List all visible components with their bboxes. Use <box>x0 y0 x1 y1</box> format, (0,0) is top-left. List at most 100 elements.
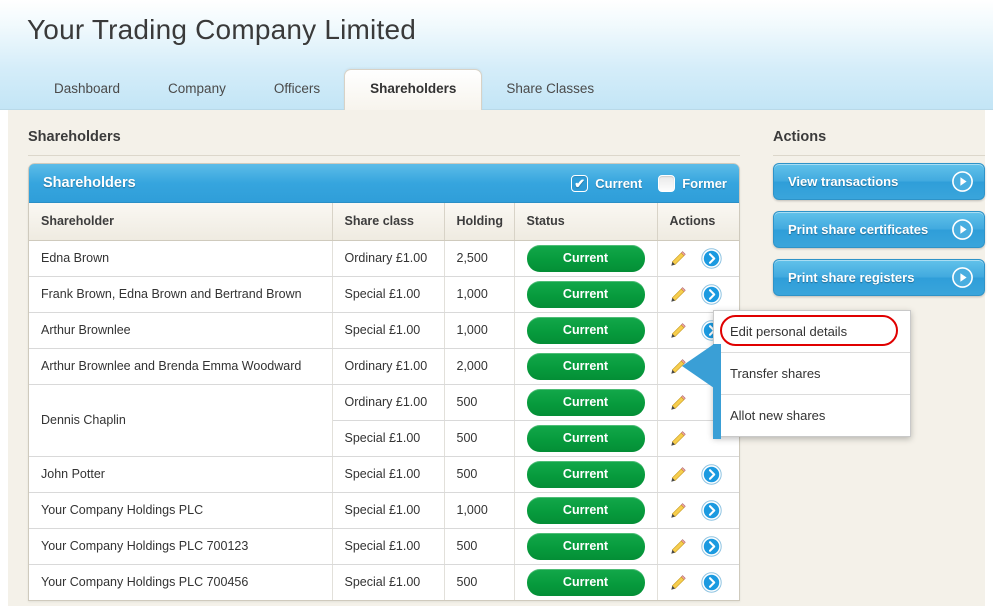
cell-holding: 500 <box>444 420 514 456</box>
status-badge: Current <box>527 461 645 488</box>
cell-actions <box>657 528 739 564</box>
cell-share-class: Special £1.00 <box>332 528 444 564</box>
cell-shareholder-name: Arthur Brownlee and Brenda Emma Woodward <box>29 348 332 384</box>
cell-status: Current <box>514 348 657 384</box>
edit-row-button[interactable] <box>670 322 687 339</box>
cell-actions <box>657 492 739 528</box>
expand-row-button[interactable] <box>701 572 722 593</box>
action-button-view-transactions[interactable]: View transactions <box>773 163 985 200</box>
edit-row-button[interactable] <box>670 430 687 447</box>
pencil-icon-svg <box>670 286 687 303</box>
cell-share-class: Special £1.00 <box>332 312 444 348</box>
cell-shareholder-name: Frank Brown, Edna Brown and Bertrand Bro… <box>29 276 332 312</box>
action-button-label: View transactions <box>788 174 952 189</box>
status-badge: Current <box>527 533 645 560</box>
status-filter-group: ✔ Current Former <box>555 175 727 192</box>
play-circle-icon <box>952 219 973 240</box>
expand-row-button[interactable] <box>701 284 722 305</box>
filter-current[interactable]: ✔ Current <box>571 175 642 192</box>
cell-actions <box>657 564 739 600</box>
shareholders-section-divider <box>28 155 740 156</box>
chevron-right-circle-icon-svg <box>701 536 722 557</box>
column-header-status: Status <box>514 203 657 240</box>
pencil-icon-svg <box>670 574 687 591</box>
table-header-row: ShareholderShare classHoldingStatusActio… <box>29 203 739 240</box>
play-circle-icon <box>952 171 973 192</box>
table-row[interactable]: John PotterSpecial £1.00500Current <box>29 456 739 492</box>
table-body: Edna BrownOrdinary £1.002,500 Current Fran… <box>29 240 739 600</box>
table-row[interactable]: Edna BrownOrdinary £1.002,500 Current <box>29 240 739 276</box>
cell-status: Current <box>514 420 657 456</box>
status-badge: Current <box>527 245 645 272</box>
row-actions <box>670 500 728 521</box>
table-row[interactable]: Dennis ChaplinOrdinary £1.00500Current <box>29 384 739 420</box>
cell-holding: 1,000 <box>444 276 514 312</box>
cell-holding: 2,500 <box>444 240 514 276</box>
cell-actions <box>657 276 739 312</box>
context-menu-item-allot-new-shares[interactable]: Allot new shares <box>714 395 910 436</box>
checkbox-unchecked-icon[interactable] <box>658 175 675 192</box>
table-row[interactable]: Your Company Holdings PLC 700123Special … <box>29 528 739 564</box>
actions-section-divider <box>773 155 985 156</box>
table-row[interactable]: Your Company Holdings PLCSpecial £1.001,… <box>29 492 739 528</box>
cell-shareholder-name: Your Company Holdings PLC 700123 <box>29 528 332 564</box>
tab-shareholders[interactable]: Shareholders <box>344 69 482 110</box>
expand-row-button[interactable] <box>701 248 722 269</box>
cell-share-class: Special £1.00 <box>332 456 444 492</box>
status-badge: Current <box>527 389 645 416</box>
filter-label: Current <box>595 176 642 191</box>
cell-status: Current <box>514 384 657 420</box>
page-header: Your Trading Company Limited DashboardCo… <box>0 0 993 110</box>
chevron-right-circle-icon-svg <box>701 284 722 305</box>
table-row[interactable]: Arthur BrownleeSpecial £1.001,000Current <box>29 312 739 348</box>
cell-holding: 500 <box>444 384 514 420</box>
edit-row-button[interactable] <box>670 286 687 303</box>
tab-share-classes[interactable]: Share Classes <box>482 69 618 109</box>
tab-dashboard[interactable]: Dashboard <box>30 69 144 109</box>
cell-shareholder-name: Edna Brown <box>29 240 332 276</box>
status-badge: Current <box>527 425 645 452</box>
checkbox-checked-icon[interactable]: ✔ <box>571 175 588 192</box>
cell-shareholder-name: Your Company Holdings PLC <box>29 492 332 528</box>
cell-share-class: Ordinary £1.00 <box>332 240 444 276</box>
edit-row-button[interactable] <box>670 466 687 483</box>
table-row[interactable]: Your Company Holdings PLC 700456Special … <box>29 564 739 600</box>
cell-status: Current <box>514 240 657 276</box>
filter-label: Former <box>682 176 727 191</box>
status-badge: Current <box>527 353 645 380</box>
pencil-icon-svg <box>670 502 687 519</box>
column-header-holding: Holding <box>444 203 514 240</box>
context-menu-item-transfer-shares[interactable]: Transfer shares <box>714 353 910 395</box>
cell-shareholder-name: Dennis Chaplin <box>29 384 332 456</box>
table-row[interactable]: Arthur Brownlee and Brenda Emma Woodward… <box>29 348 739 384</box>
edit-row-button[interactable] <box>670 250 687 267</box>
edit-row-button[interactable] <box>670 574 687 591</box>
chevron-right-circle-icon-svg <box>701 500 722 521</box>
tab-officers[interactable]: Officers <box>250 69 344 109</box>
edit-row-button[interactable] <box>670 538 687 555</box>
table-head: ShareholderShare classHoldingStatusActio… <box>29 203 739 240</box>
cell-holding: 1,000 <box>444 312 514 348</box>
pencil-icon-svg <box>670 250 687 267</box>
cell-share-class: Special £1.00 <box>332 564 444 600</box>
shareholders-panel: Shareholders ✔CurrentFormer ShareholderS… <box>28 163 740 601</box>
edit-row-button[interactable] <box>670 502 687 519</box>
status-badge: Current <box>527 497 645 524</box>
filter-former[interactable]: Former <box>658 175 727 192</box>
cell-share-class: Special £1.00 <box>332 276 444 312</box>
cell-holding: 1,000 <box>444 492 514 528</box>
expand-row-button[interactable] <box>701 536 722 557</box>
edit-row-button[interactable] <box>670 394 687 411</box>
tab-company[interactable]: Company <box>144 69 250 109</box>
column-header-actions: Actions <box>657 203 739 240</box>
page-root: Your Trading Company Limited DashboardCo… <box>0 0 993 614</box>
table-row[interactable]: Frank Brown, Edna Brown and Bertrand Bro… <box>29 276 739 312</box>
expand-row-button[interactable] <box>701 500 722 521</box>
context-menu-item-edit-personal-details[interactable]: Edit personal details <box>714 311 910 353</box>
column-header-share-class: Share class <box>332 203 444 240</box>
expand-row-button[interactable] <box>701 464 722 485</box>
row-actions <box>670 572 728 593</box>
action-button-print-share-certificates[interactable]: Print share certificates <box>773 211 985 248</box>
action-button-print-share-registers[interactable]: Print share registers <box>773 259 985 296</box>
play-circle-icon <box>952 267 973 288</box>
